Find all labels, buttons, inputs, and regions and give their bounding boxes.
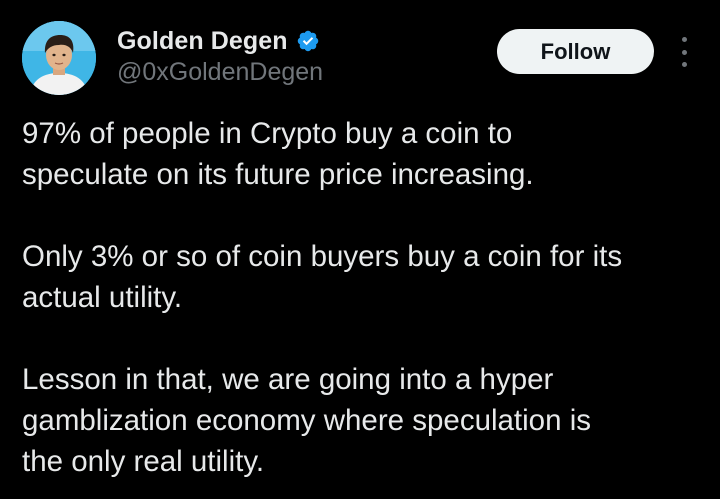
author-display-name[interactable]: Golden Degen xyxy=(117,27,288,56)
more-dot xyxy=(681,49,687,55)
follow-button[interactable]: Follow xyxy=(497,29,654,74)
profile-photo-icon xyxy=(22,21,96,95)
more-dot xyxy=(681,37,687,42)
verified-badge-icon xyxy=(297,30,318,52)
more-dot xyxy=(681,62,687,67)
author-handle[interactable]: @0xGoldenDegen xyxy=(117,58,323,87)
tweet-text: 97% of people in Crypto buy a coin to sp… xyxy=(22,113,712,482)
author-name-row: Golden Degen xyxy=(117,26,320,56)
tweet-paragraph: Only 3% or so of coin buyers buy a coin … xyxy=(22,240,623,314)
tweet-paragraph: Lesson in that, we are going into a hype… xyxy=(22,363,591,478)
avatar[interactable] xyxy=(22,21,96,95)
more-options-icon[interactable] xyxy=(676,37,692,67)
tweet-card: Golden Degen @0xGoldenDegen Follow 97% o… xyxy=(0,0,720,499)
tweet-paragraph: 97% of people in Crypto buy a coin to sp… xyxy=(22,117,534,191)
